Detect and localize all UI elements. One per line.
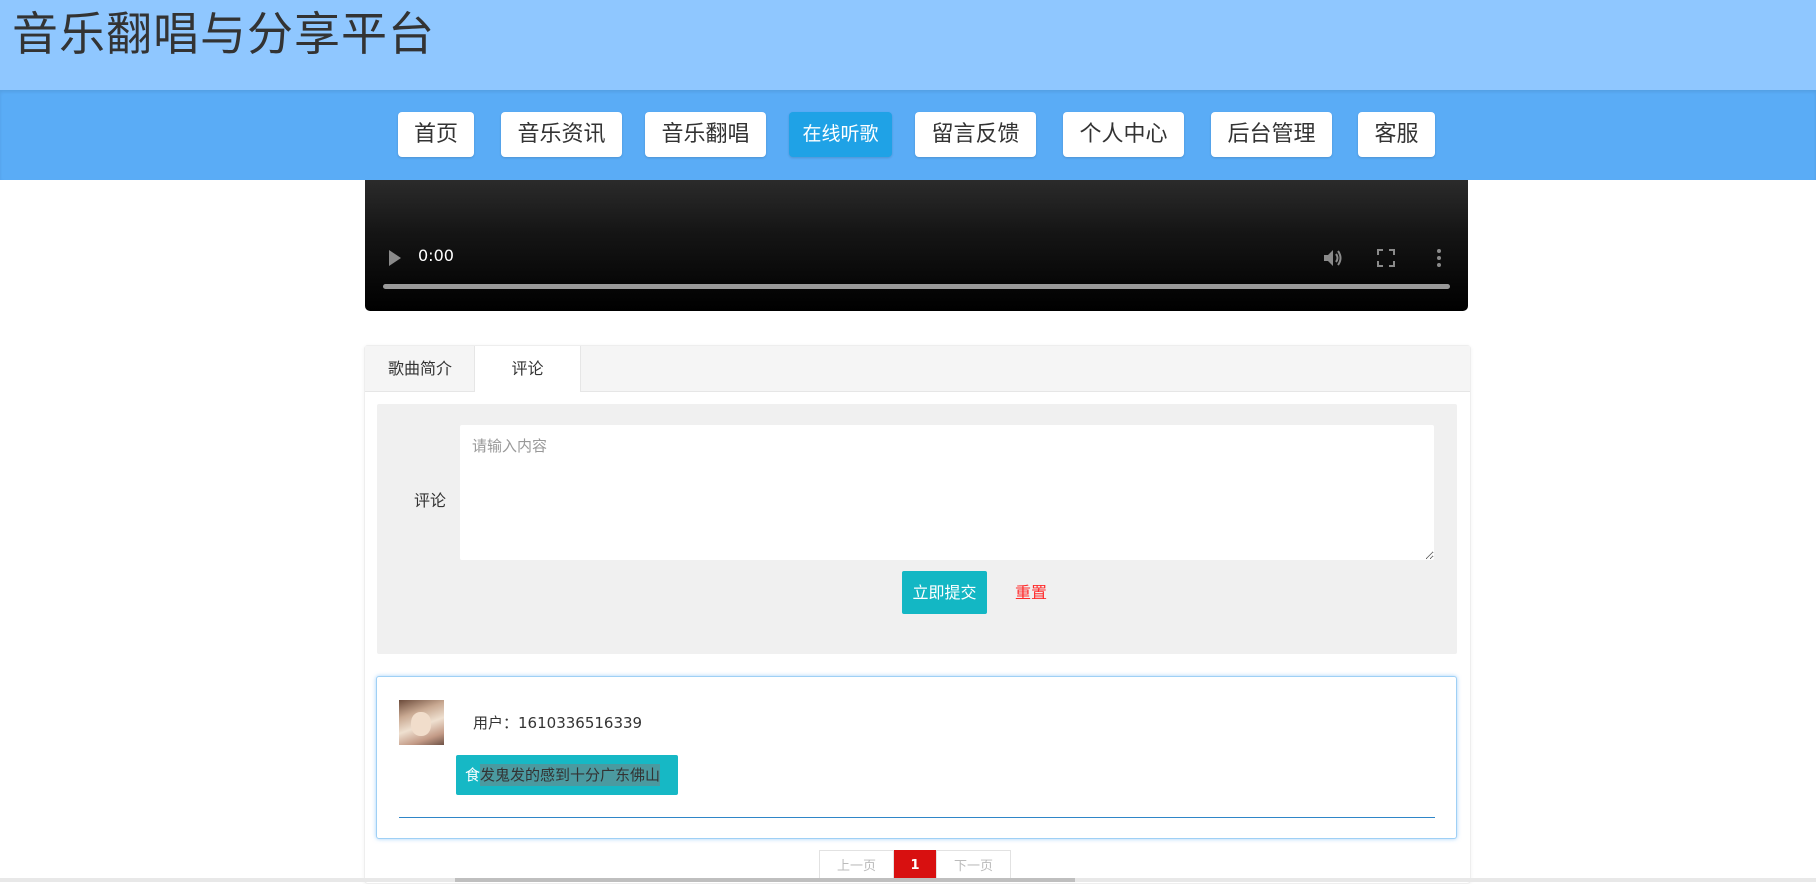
horizontal-scrollbar[interactable] — [0, 878, 1816, 882]
comment-user: 用户：1610336516339 — [473, 712, 642, 733]
nav-customer-service[interactable]: 客服 — [1358, 112, 1435, 157]
comment-form: 评论 立即提交 重置 — [377, 404, 1457, 654]
volume-icon[interactable] — [1322, 248, 1344, 268]
progress-bar[interactable] — [383, 284, 1450, 289]
nav-admin[interactable]: 后台管理 — [1211, 112, 1332, 157]
avatar-face — [411, 712, 431, 736]
current-time: 0:00 — [418, 246, 454, 265]
comment-content: 食发鬼发的感到十分广东佛山 — [456, 755, 678, 795]
fullscreen-icon[interactable] — [1377, 249, 1395, 267]
video-player[interactable]: 0:00 — [365, 180, 1468, 311]
nav-online-listening[interactable]: 在线听歌 — [789, 112, 892, 157]
avatar — [399, 700, 444, 745]
user-prefix: 用户： — [473, 714, 519, 732]
nav-music-covers[interactable]: 音乐翻唱 — [645, 112, 766, 157]
play-icon[interactable] — [387, 248, 403, 268]
nav-music-news[interactable]: 音乐资讯 — [501, 112, 622, 157]
nav-home[interactable]: 首页 — [398, 112, 474, 157]
song-tab-panel: 歌曲简介 评论 评论 立即提交 重置 用户：1610336516339 食发鬼发… — [364, 345, 1471, 884]
tab-song-intro[interactable]: 歌曲简介 — [365, 346, 475, 391]
user-id: 1610336516339 — [518, 714, 643, 732]
nav-personal-center[interactable]: 个人中心 — [1063, 112, 1184, 157]
site-header: 音乐翻唱与分享平台 — [0, 0, 1816, 90]
comment-content-rest: 发鬼发的感到十分广东佛山 — [480, 764, 661, 786]
more-options-icon[interactable] — [1436, 248, 1442, 268]
submit-button[interactable]: 立即提交 — [902, 571, 987, 614]
tab-bar: 歌曲简介 评论 — [365, 346, 1470, 392]
reset-button[interactable]: 重置 — [1001, 571, 1061, 614]
comment-divider — [399, 817, 1435, 818]
comment-item: 用户：1610336516339 食发鬼发的感到十分广东佛山 — [376, 676, 1457, 839]
main-nav: 首页 音乐资讯 音乐翻唱 在线听歌 留言反馈 个人中心 后台管理 客服 — [0, 90, 1816, 180]
comment-content-first: 食 — [465, 766, 481, 784]
tab-comments[interactable]: 评论 — [474, 346, 581, 392]
scrollbar-thumb[interactable] — [455, 878, 1075, 882]
site-title: 音乐翻唱与分享平台 — [12, 7, 435, 61]
comment-label: 评论 — [414, 491, 447, 510]
nav-feedback[interactable]: 留言反馈 — [915, 112, 1036, 157]
comment-textarea[interactable] — [460, 425, 1434, 560]
